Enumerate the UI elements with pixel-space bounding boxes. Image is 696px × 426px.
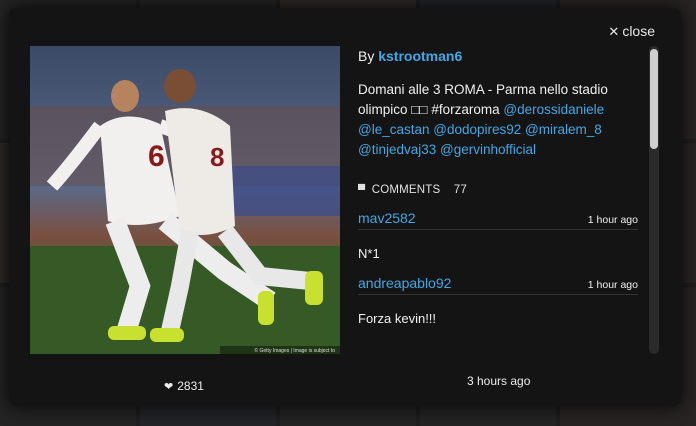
comments-count: 77 bbox=[453, 184, 467, 196]
comment-timestamp: 1 hour ago bbox=[587, 279, 638, 291]
comment-header: andreapablo92 1 hour ago bbox=[358, 275, 638, 295]
comment-text: Forza kevin!!! bbox=[358, 311, 437, 326]
photo-credit: © Getty Images | Image is subject to bbox=[254, 347, 335, 354]
comment-author-link[interactable]: mav2582 bbox=[358, 210, 416, 226]
post-photo[interactable]: 6 8 © Getty Images | Image is subject to bbox=[30, 46, 340, 354]
mention-link[interactable]: @le_castan bbox=[358, 122, 430, 137]
heart-icon: ❤ bbox=[164, 381, 174, 393]
mention-link[interactable]: @dodopires92 bbox=[433, 122, 521, 137]
comment-header: mav2582 1 hour ago bbox=[358, 210, 638, 230]
comment-text: N*1 bbox=[358, 246, 380, 261]
mention-link[interactable]: @gervinhofficial bbox=[440, 142, 536, 157]
post-byline: By kstrootman6 bbox=[358, 48, 463, 64]
close-button[interactable]: ✕ close bbox=[608, 23, 655, 40]
scrollbar-thumb[interactable] bbox=[650, 49, 658, 149]
likes-counter[interactable]: ❤ 2831 bbox=[164, 379, 204, 393]
photo-lightbox: ✕ close 6 8 © Getty Images | Image is su… bbox=[9, 8, 681, 406]
comment-author-link[interactable]: andreapablo92 bbox=[358, 275, 451, 291]
post-caption: Domani alle 3 ROMA - Parma nello stadio … bbox=[358, 82, 608, 157]
mention-link[interactable]: @miralem_8 bbox=[525, 122, 602, 137]
svg-text:6: 6 bbox=[148, 140, 165, 173]
post-timestamp: 3 hours ago bbox=[467, 374, 531, 388]
author-link[interactable]: kstrootman6 bbox=[378, 48, 462, 64]
comments-header: ▀ COMMENTS 77 bbox=[358, 184, 467, 196]
mention-link[interactable]: @tinjedvaj33 bbox=[358, 142, 436, 157]
post-details-panel: By kstrootman6 Domani alle 3 ROMA - Parm… bbox=[358, 48, 638, 354]
comment-bubble-icon: ▀ bbox=[358, 185, 366, 196]
close-x-icon: ✕ bbox=[608, 24, 620, 39]
comment-item: mav2582 1 hour ago N*1 bbox=[358, 210, 638, 261]
comments-scrollbar[interactable] bbox=[649, 46, 659, 354]
mention-link[interactable]: @derossidaniele bbox=[503, 102, 604, 117]
comment-item: andreapablo92 1 hour ago Forza kevin!!! bbox=[358, 275, 638, 326]
comment-timestamp: 1 hour ago bbox=[587, 214, 638, 226]
svg-text:8: 8 bbox=[210, 142, 224, 172]
